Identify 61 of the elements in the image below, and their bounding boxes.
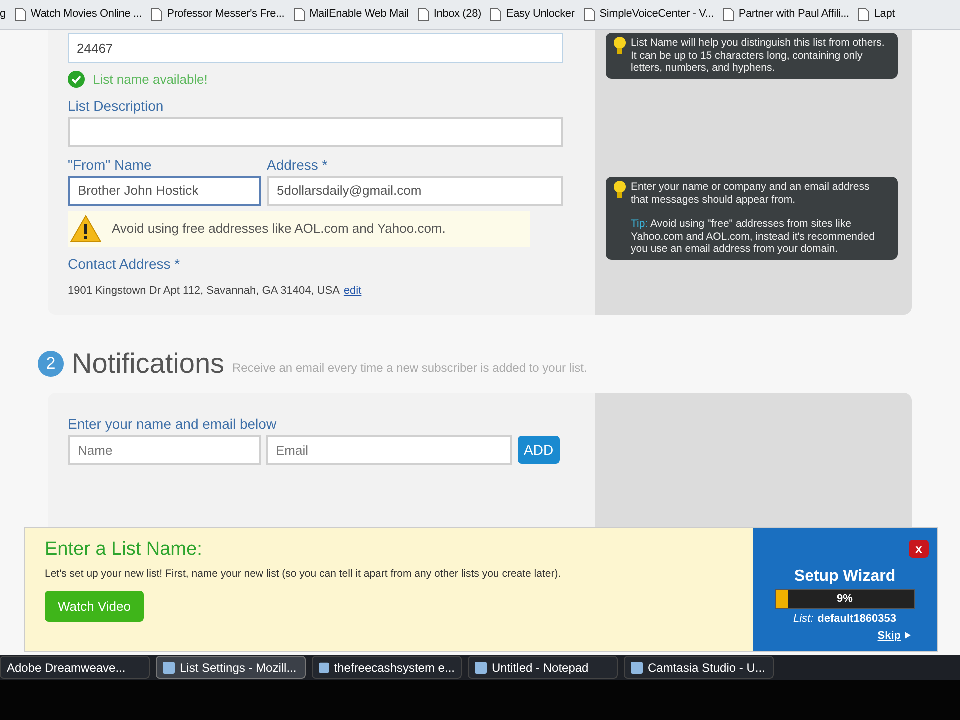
- list-name-field[interactable]: 24467: [68, 33, 563, 63]
- bookmark-link[interactable]: Professor Messer's Fre...: [167, 6, 285, 23]
- lightbulb-icon: [614, 37, 626, 55]
- field-label: "From" Name: [68, 156, 153, 174]
- field-label: Enter your name and email below: [68, 415, 278, 434]
- section-title: Notifications: [72, 347, 225, 381]
- play-arrow-icon: [905, 632, 911, 640]
- name-field[interactable]: Name: [68, 435, 261, 465]
- availability-message: List name available!: [93, 71, 208, 89]
- taskbar-button[interactable]: Adobe Dreamweave...: [0, 656, 150, 679]
- skip-link[interactable]: Skip: [878, 628, 901, 644]
- field-label: List Description: [68, 96, 165, 116]
- from-name-field[interactable]: Brother John Hostick: [68, 176, 261, 206]
- lightbulb-icon: [614, 181, 626, 199]
- step-number: 2: [38, 351, 64, 377]
- page-icon: [722, 8, 735, 22]
- app-icon: [475, 662, 487, 674]
- tip-text: List Name will help you distinguish this list from others. It can be up to 15 characters long, containing only letters, numbers, and hyphens.: [631, 37, 886, 74]
- bookmark-link[interactable]: Watch Movies Online ...: [30, 6, 142, 23]
- taskbar-button[interactable]: Camtasia Studio - U...: [624, 656, 774, 679]
- close-button[interactable]: x: [909, 540, 929, 558]
- page-icon: [418, 8, 430, 22]
- page-icon: [584, 8, 596, 22]
- bookmark-link[interactable]: Easy Unlocker: [506, 6, 575, 23]
- page-icon: [14, 8, 27, 22]
- tip-text: Tip: Avoid using "free" addresses from sites like Yahoo.com and AOL.com, instead it's recommended you use an email address from your domain.: [631, 218, 876, 256]
- address-field[interactable]: 5dollarsdaily@gmail.com: [267, 176, 563, 206]
- taskbar-button[interactable]: Untitled - Notepad: [468, 656, 618, 679]
- taskbar-button[interactable]: List Settings - Mozill...: [156, 656, 306, 679]
- taskbar-button[interactable]: thefreecashsystem e...: [312, 656, 462, 679]
- checkmark-icon: [68, 71, 85, 88]
- app-icon: [163, 662, 175, 674]
- contact-address: 1901 Kingstown Dr Apt 112, Savannah, GA 31404, USA: [68, 284, 340, 298]
- description-field[interactable]: [68, 116, 563, 146]
- bookmark-link[interactable]: MailEnable Web Mail: [310, 6, 409, 23]
- page-icon: [151, 8, 164, 22]
- tip-text: Enter your name or company and an email address that messages should appear from.: [631, 181, 871, 206]
- field-label: Contact Address *: [68, 254, 182, 274]
- bookmark-link[interactable]: SimpleVoiceCenter - V...: [600, 6, 714, 23]
- app-icon: [319, 662, 330, 674]
- page-icon: [294, 8, 306, 22]
- add-button[interactable]: ADD: [518, 436, 560, 464]
- progress-reading: 9%: [836, 592, 854, 607]
- list-id: default1860353: [818, 612, 897, 627]
- list-label: List:: [793, 612, 814, 627]
- edit-link[interactable]: edit: [344, 282, 362, 299]
- bookmark-link[interactable]: Inbox (28): [434, 6, 482, 23]
- field-label: Address *: [267, 156, 329, 174]
- wizard-heading: Enter a List Name:: [45, 538, 204, 562]
- page-icon: [858, 8, 870, 22]
- app-icon: [631, 662, 643, 674]
- wizard-title: Setup Wizard: [794, 567, 896, 587]
- bookmark-link[interactable]: g: [0, 6, 6, 23]
- bookmark-link[interactable]: Partner with Paul Affili...: [738, 6, 850, 23]
- page-icon: [490, 8, 502, 22]
- email-field[interactable]: Email: [266, 435, 512, 465]
- bookmark-link[interactable]: Lapt: [874, 6, 895, 23]
- section-subtitle: Receive an email every time a new subscriber is added to your list.: [232, 360, 588, 377]
- wizard-text: Let's set up your new list! First, name your new list (so you can tell it apart from any other lists you create later).: [45, 566, 562, 582]
- warning-message: Avoid using free addresses like AOL.com and Yahoo.com.: [112, 220, 446, 238]
- warning-icon: [70, 214, 102, 242]
